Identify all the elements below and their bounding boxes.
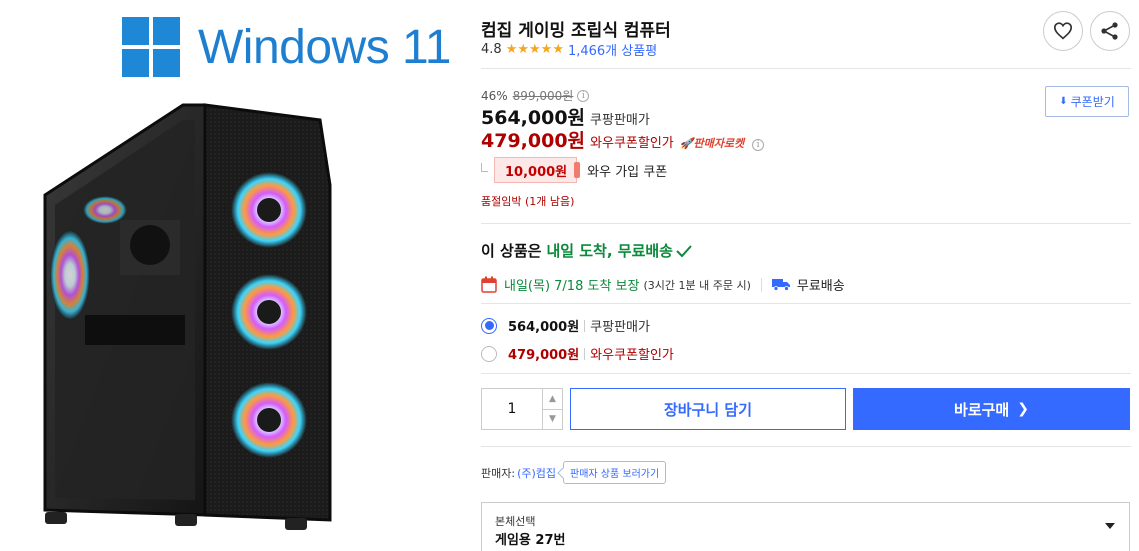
pc-case-image (43, 103, 332, 530)
stock-warning: 품절임박 (1개 남음) (481, 195, 575, 208)
truck-icon (771, 279, 790, 291)
option-label: 와우쿠폰할인가 (590, 348, 674, 363)
star-icon: ★ (505, 42, 518, 57)
windows-logo: Windows 11 (122, 17, 451, 77)
product-title: 컴집 게이밍 조립식 컴퓨터 (481, 21, 671, 41)
tree-connector (481, 162, 488, 172)
buy-now-button[interactable]: 바로구매 ❯ (853, 388, 1130, 430)
calendar-icon (481, 276, 497, 293)
arrival-date: 내일(목) 7/18 도착 보장 (504, 279, 640, 294)
seller-label: 판매자: (481, 466, 516, 480)
separator (584, 347, 586, 360)
rating-row: 4.8 ★ ★ ★ ★ ★ 1,466개 상품평 (481, 40, 657, 59)
separator (760, 277, 762, 292)
radio-unselected[interactable] (481, 345, 497, 362)
chevron-right-icon: ❯ (1017, 401, 1029, 417)
star-icon: ★ (529, 42, 541, 57)
price-option-sale[interactable]: 564,000원 쿠팡판매가 (481, 316, 650, 335)
wow-coupon-row: 10,000원 와우 가입 쿠폰 (481, 157, 667, 183)
info-icon[interactable]: i (752, 139, 765, 151)
radio-selected[interactable] (481, 317, 497, 334)
coupon-download-button[interactable]: ⬇ 쿠폰받기 (1045, 86, 1129, 117)
arrival-deadline: (3시간 1분 내 주문 시) (643, 278, 751, 292)
star-icon: ★ (517, 42, 529, 57)
quantity-stepper[interactable]: ▲ ▼ (481, 388, 563, 430)
option-price: 564,000원 (508, 320, 580, 335)
option-select-label: 본체선택 (495, 515, 536, 528)
rating-score: 4.8 (481, 42, 502, 57)
divider (481, 223, 1131, 224)
option-price: 479,000원 (508, 348, 580, 363)
coupon-button-label: 쿠폰받기 (1070, 95, 1115, 109)
seller-products-tooltip[interactable]: 판매자 상품 보러가기 (563, 461, 667, 484)
quantity-step-buttons: ▲ ▼ (542, 389, 562, 429)
divider (481, 303, 1131, 304)
wishlist-button[interactable] (1043, 11, 1083, 51)
buy-now-label: 바로구매 (954, 400, 1010, 419)
windows-logo-text: Windows 11 (198, 20, 451, 74)
wow-price-row: 479,000원 와우쿠폰할인가 🚀판매자로켓 i (481, 126, 765, 153)
star-icon: ★ (552, 42, 564, 57)
delivery-headline-highlight: 내일 도착, 무료배송 (546, 242, 673, 260)
info-icon[interactable]: i (577, 89, 590, 102)
wow-price: 479,000원 (481, 130, 586, 152)
separator (584, 319, 586, 332)
add-to-cart-button[interactable]: 장바구니 담기 (570, 388, 846, 430)
quantity-down-icon[interactable]: ▼ (543, 410, 562, 430)
quantity-up-icon[interactable]: ▲ (543, 389, 562, 410)
star-rating: ★ ★ ★ ★ ★ (506, 43, 564, 56)
product-image[interactable]: Windows 11 (0, 0, 470, 551)
seller-rocket-badge: 🚀판매자로켓 (679, 137, 745, 150)
divider (481, 446, 1131, 447)
price-option-wow[interactable]: 479,000원 와우쿠폰할인가 (481, 344, 674, 363)
quantity-input[interactable] (482, 389, 542, 429)
download-icon: ⬇ (1059, 96, 1068, 107)
windows-icon (122, 17, 180, 77)
discount-rate: 46% (481, 88, 508, 103)
option-select-value: 게임용 27번 (495, 533, 566, 548)
star-icon: ★ (540, 42, 553, 57)
check-icon (676, 244, 692, 257)
rocket-icon: 🚀 (679, 137, 694, 150)
seller-name-link[interactable]: (주)컴집 (517, 465, 556, 481)
original-price: 899,000원 (512, 89, 574, 103)
delivery-headline: 이 상품은 내일 도착, 무료배송 (481, 240, 692, 261)
free-shipping-label: 무료배송 (796, 279, 845, 294)
wow-coupon-text: 와우 가입 쿠폰 (587, 164, 668, 180)
divider (481, 68, 1131, 69)
seller-row: 판매자: (주)컴집 판매자 상품 보러가기 (481, 461, 667, 484)
option-select[interactable]: 본체선택 게임용 27번 (481, 502, 1130, 551)
heart-icon (1053, 22, 1073, 40)
share-button[interactable] (1090, 11, 1130, 51)
delivery-headline-prefix: 이 상품은 (481, 242, 542, 260)
caret-down-icon (1105, 523, 1115, 529)
discount-row: 46% 899,000원 i (481, 87, 590, 104)
delivery-info-row: 내일(목) 7/18 도착 보장 (3시간 1분 내 주문 시) 무료배송 (481, 275, 845, 294)
review-count-link[interactable]: 1,466개 상품평 (568, 40, 657, 59)
share-icon (1101, 22, 1118, 40)
wow-price-label: 와우쿠폰할인가 (590, 136, 674, 151)
option-label: 쿠팡판매가 (590, 320, 650, 335)
wow-coupon-amount: 10,000원 (494, 157, 581, 183)
divider (481, 373, 1131, 374)
